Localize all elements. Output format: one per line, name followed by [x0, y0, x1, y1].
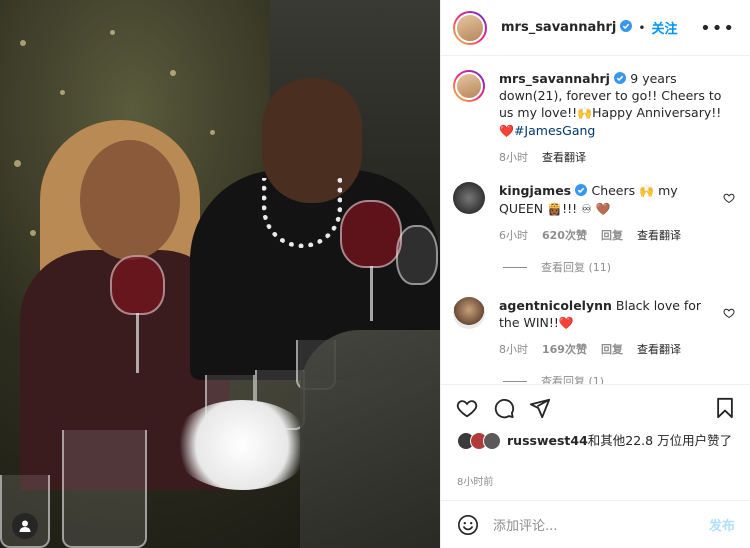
- comment: kingjames Cheers 🙌 my QUEEN 👸🏾!!! ♾ 🤎 6小…: [453, 182, 739, 244]
- comment-text-3: !!!: [562, 201, 578, 216]
- comment-meta: 6小时 620次赞 回复 查看翻译: [499, 227, 725, 244]
- wine-glass-stem: [136, 313, 139, 373]
- caption: mrs_savannahrj 9 years down(21), forever…: [453, 70, 739, 166]
- view-replies-button[interactable]: 查看回复 (1): [503, 373, 739, 384]
- verified-badge-icon: [620, 20, 633, 32]
- likes-summary: russwest44和其他22.8 万位用户赞了: [457, 432, 747, 452]
- caption-time[interactable]: 8小时: [499, 149, 528, 166]
- comment-time[interactable]: 6小时: [499, 227, 528, 244]
- wine-glass-stem: [370, 266, 373, 321]
- heart-icon[interactable]: [723, 307, 735, 319]
- comment-avatar[interactable]: [453, 297, 485, 329]
- comment-username-text[interactable]: kingjames: [499, 183, 571, 198]
- comment-icon[interactable]: [493, 397, 515, 419]
- raised-hands-emoji: 🙌: [639, 184, 655, 198]
- comment-reply-button[interactable]: 回复: [601, 341, 623, 358]
- action-bar: [441, 384, 750, 430]
- add-comment-bar: 添加评论... 发布: [441, 500, 750, 548]
- comment-likes[interactable]: 169次赞: [542, 341, 587, 358]
- view-replies-label[interactable]: 查看回复 (11): [541, 259, 611, 275]
- heart-icon[interactable]: [456, 397, 478, 419]
- photo-bokeh: [110, 30, 115, 35]
- comment: agentnicolelynn Black love for the WIN!!…: [453, 297, 739, 358]
- post-side-panel: mrs_savannahrj • 关注 ••• mrs_savannahrj 9…: [440, 0, 750, 548]
- verified-badge-icon: [613, 72, 626, 84]
- bookmark-icon[interactable]: [714, 397, 736, 419]
- caption-username[interactable]: mrs_savannahrj: [499, 71, 630, 86]
- author-username-text[interactable]: mrs_savannahrj: [501, 20, 616, 35]
- liker-username[interactable]: russwest44: [507, 433, 588, 448]
- replies-divider: [503, 266, 527, 268]
- liker-avatar: [483, 432, 501, 450]
- photo-bokeh: [30, 230, 36, 236]
- smiley-icon[interactable]: [457, 514, 479, 536]
- heart-emoji: ❤️: [558, 316, 574, 330]
- caption-body: mrs_savannahrj 9 years down(21), forever…: [499, 70, 725, 166]
- comment-reply-button[interactable]: 回复: [601, 227, 623, 244]
- photo-bokeh: [170, 70, 176, 76]
- brown-heart-emoji: 🤎: [595, 202, 611, 216]
- author-username[interactable]: mrs_savannahrj: [501, 20, 633, 35]
- wine-glass: [396, 225, 438, 285]
- heart-icon[interactable]: [723, 192, 735, 204]
- infinity-emoji: ♾: [581, 202, 592, 216]
- caption-username-text[interactable]: mrs_savannahrj: [499, 71, 610, 86]
- comment-text: Cheers: [591, 183, 636, 198]
- caption-translate-link[interactable]: 查看翻译: [542, 149, 586, 166]
- comments-list[interactable]: mrs_savannahrj 9 years down(21), forever…: [441, 57, 750, 384]
- post-timestamp[interactable]: 8小时前: [457, 473, 493, 488]
- photo-bokeh: [14, 160, 21, 167]
- liker-avatars[interactable]: [457, 432, 503, 452]
- comment-body: agentnicolelynn Black love for the WIN!!…: [499, 297, 725, 358]
- view-replies-button[interactable]: 查看回复 (11): [503, 259, 739, 275]
- caption-meta: 8小时 查看翻译: [499, 149, 725, 166]
- comment-avatar[interactable]: [453, 182, 485, 214]
- post-comment-button[interactable]: 发布: [709, 515, 735, 534]
- follow-button[interactable]: 关注: [651, 18, 677, 37]
- view-replies-label[interactable]: 查看回复 (1): [541, 373, 604, 384]
- comment-username[interactable]: agentnicolelynn: [499, 298, 612, 313]
- photo-bokeh: [60, 90, 65, 95]
- likes-text[interactable]: russwest44和其他22.8 万位用户赞了: [507, 432, 732, 452]
- author-avatar[interactable]: [453, 10, 487, 45]
- heart-emoji: ❤️: [499, 124, 514, 138]
- more-options-icon[interactable]: •••: [700, 18, 735, 39]
- comment-body: kingjames Cheers 🙌 my QUEEN 👸🏾!!! ♾ 🤎 6小…: [499, 182, 725, 244]
- caption-avatar[interactable]: [453, 70, 485, 102]
- header-separator: •: [638, 20, 646, 35]
- queen-emoji: 👸🏾: [547, 202, 563, 216]
- photo-foreground-blur: [300, 330, 440, 548]
- post-photo[interactable]: [0, 0, 440, 548]
- raised-hands-emoji: 🙌: [577, 106, 593, 120]
- comment-likes[interactable]: 620次赞: [542, 227, 587, 244]
- wine-glass: [340, 200, 402, 268]
- post-header: mrs_savannahrj • 关注 •••: [441, 0, 750, 56]
- user-tag-button[interactable]: [12, 513, 38, 539]
- replies-divider: [503, 380, 527, 382]
- photo-flowers: [172, 400, 312, 490]
- comment-meta: 8小时 169次赞 回复 查看翻译: [499, 341, 725, 358]
- comment-username[interactable]: kingjames: [499, 183, 591, 198]
- hashtag-link[interactable]: #JamesGang: [514, 123, 595, 138]
- user-tag-icon: [19, 520, 31, 532]
- photo-woman-face: [80, 140, 180, 260]
- table-glass: [62, 430, 147, 548]
- photo-bokeh: [20, 40, 26, 46]
- verified-badge-icon: [575, 184, 588, 196]
- photo-bokeh: [210, 130, 215, 135]
- wine-glass: [110, 255, 165, 315]
- likes-rest[interactable]: 和其他22.8 万位用户赞了: [588, 433, 732, 448]
- comment-time[interactable]: 8小时: [499, 341, 528, 358]
- share-icon[interactable]: [529, 397, 551, 419]
- comment-translate-link[interactable]: 查看翻译: [637, 227, 681, 244]
- comment-input[interactable]: 添加评论...: [493, 515, 709, 534]
- comment-translate-link[interactable]: 查看翻译: [637, 341, 681, 358]
- caption-text-2: Happy Anniversary!!: [592, 105, 722, 120]
- instagram-post: mrs_savannahrj • 关注 ••• mrs_savannahrj 9…: [0, 0, 750, 548]
